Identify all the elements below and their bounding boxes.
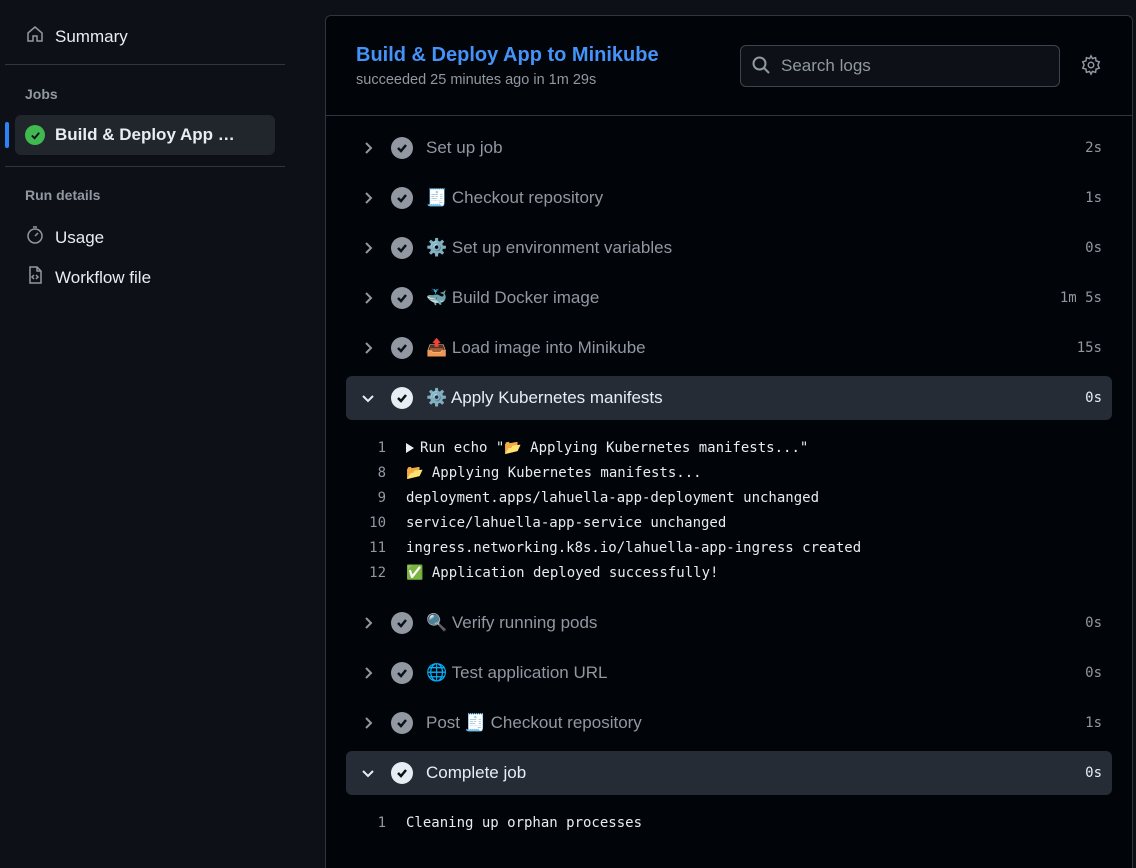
step-name: ⚙️ Apply Kubernetes manifests bbox=[426, 388, 663, 407]
step-row[interactable]: ⚙️ Apply Kubernetes manifests 0s bbox=[346, 376, 1112, 420]
chevron-right-icon[interactable] bbox=[358, 663, 378, 683]
log-line-number[interactable]: 9 bbox=[346, 490, 406, 506]
step-row[interactable]: Complete job 0s bbox=[346, 751, 1112, 795]
jobs-heading: Jobs bbox=[25, 86, 58, 102]
job-title[interactable]: Build & Deploy App to Minikube bbox=[356, 44, 659, 67]
chevron-right-icon[interactable] bbox=[358, 138, 378, 158]
chevron-right-icon[interactable] bbox=[358, 288, 378, 308]
summary-link[interactable]: Summary bbox=[25, 24, 128, 49]
step-row[interactable]: 🔍 Verify running pods 0s bbox=[346, 601, 1112, 645]
chevron-right-icon[interactable] bbox=[358, 338, 378, 358]
step-success-icon bbox=[391, 237, 413, 259]
expand-triangle-icon[interactable] bbox=[406, 442, 414, 453]
log-text: ✅ Application deployed successfully! bbox=[406, 564, 719, 581]
step-name: ⚙️ Set up environment variables bbox=[426, 238, 673, 257]
usage-link[interactable]: Usage bbox=[25, 225, 104, 250]
search-icon bbox=[751, 55, 771, 78]
job-label: Build & Deploy App to Minikube bbox=[55, 125, 235, 144]
step-success-icon bbox=[391, 137, 413, 159]
stopwatch-icon bbox=[25, 225, 45, 250]
log-line-number[interactable]: 1 bbox=[346, 440, 406, 456]
search-logs-input[interactable] bbox=[781, 56, 1041, 76]
chevron-right-icon[interactable] bbox=[358, 188, 378, 208]
usage-label: Usage bbox=[55, 227, 105, 247]
log-text: deployment.apps/lahuella-app-deployment … bbox=[406, 489, 820, 506]
run-details-heading: Run details bbox=[25, 187, 101, 203]
step-success-icon bbox=[391, 287, 413, 309]
log-line-number[interactable]: 1 bbox=[346, 815, 406, 831]
step-row[interactable]: ⚙️ Set up environment variables 0s bbox=[346, 226, 1112, 270]
chevron-down-icon[interactable] bbox=[358, 763, 378, 783]
file-code-icon bbox=[25, 265, 45, 290]
step-success-icon bbox=[391, 612, 413, 634]
step-row[interactable]: 🧾 Checkout repository 1s bbox=[346, 176, 1112, 220]
log-line: 10 service/lahuella-app-service unchanged bbox=[346, 510, 1112, 535]
step-success-icon bbox=[391, 387, 413, 409]
step-duration: 0s bbox=[1085, 665, 1102, 681]
step-row[interactable]: Set up job 2s bbox=[346, 126, 1112, 170]
step-duration: 0s bbox=[1085, 240, 1102, 256]
log-line-number[interactable]: 11 bbox=[346, 540, 406, 556]
step-row[interactable]: 📤 Load image into Minikube 15s bbox=[346, 326, 1112, 370]
log-line-number[interactable]: 8 bbox=[346, 465, 406, 481]
log-line: 12 ✅ Application deployed successfully! bbox=[346, 560, 1112, 585]
log-text: Run echo "📂 Applying Kubernetes manifest… bbox=[420, 439, 809, 456]
step-name: 📤 Load image into Minikube bbox=[426, 338, 646, 357]
step-duration: 1s bbox=[1085, 190, 1102, 206]
chevron-right-icon[interactable] bbox=[358, 713, 378, 733]
step-duration: 1s bbox=[1085, 715, 1102, 731]
step-name: 🧾 Checkout repository bbox=[426, 188, 604, 207]
search-logs-box[interactable] bbox=[740, 45, 1060, 87]
sidebar-divider bbox=[5, 64, 285, 65]
step-success-icon bbox=[391, 337, 413, 359]
workflow-file-link[interactable]: Workflow file bbox=[25, 265, 151, 290]
step-name: Complete job bbox=[426, 763, 527, 782]
log-line-number[interactable]: 12 bbox=[346, 565, 406, 581]
chevron-right-icon[interactable] bbox=[358, 613, 378, 633]
settings-gear-icon[interactable] bbox=[1080, 54, 1102, 76]
log-line: 9 deployment.apps/lahuella-app-deployment… bbox=[346, 485, 1112, 510]
log-text: service/lahuella-app-service unchanged bbox=[406, 514, 727, 531]
step-row[interactable]: 🐳 Build Docker image 1m 5s bbox=[346, 276, 1112, 320]
chevron-down-icon[interactable] bbox=[358, 388, 378, 408]
step-success-icon bbox=[391, 662, 413, 684]
step-name: Post 🧾 Checkout repository bbox=[426, 713, 642, 732]
step-duration: 15s bbox=[1076, 340, 1102, 356]
log-text: ingress.networking.k8s.io/lahuella-app-i… bbox=[406, 539, 862, 556]
log-text: 📂 Applying Kubernetes manifests... bbox=[406, 464, 702, 481]
log-text: Cleaning up orphan processes bbox=[406, 814, 643, 831]
job-log-panel: Build & Deploy App to Minikube succeeded… bbox=[325, 15, 1133, 868]
job-header: Build & Deploy App to Minikube succeeded… bbox=[326, 16, 1132, 116]
step-duration: 0s bbox=[1085, 765, 1102, 781]
step-row[interactable]: Post 🧾 Checkout repository 1s bbox=[346, 701, 1112, 745]
sidebar-divider bbox=[5, 166, 285, 167]
step-name: 🌐 Test application URL bbox=[426, 663, 608, 682]
step-duration: 1m 5s bbox=[1059, 290, 1102, 306]
job-status-text: succeeded 25 minutes ago in 1m 29s bbox=[356, 72, 597, 88]
success-check-icon bbox=[25, 125, 45, 145]
log-line: 1 Cleaning up orphan processes bbox=[346, 810, 1112, 835]
step-duration: 0s bbox=[1085, 390, 1102, 406]
chevron-right-icon[interactable] bbox=[358, 238, 378, 258]
step-success-icon bbox=[391, 762, 413, 784]
active-indicator bbox=[5, 122, 9, 148]
log-line: 8 📂 Applying Kubernetes manifests... bbox=[346, 460, 1112, 485]
log-line-number[interactable]: 10 bbox=[346, 515, 406, 531]
step-name: Set up job bbox=[426, 138, 503, 157]
home-icon bbox=[25, 24, 45, 49]
sidebar: Summary Jobs Build & Deploy App to Minik… bbox=[0, 0, 300, 868]
step-duration: 0s bbox=[1085, 615, 1102, 631]
step-success-icon bbox=[391, 712, 413, 734]
log-line[interactable]: 1 Run echo "📂 Applying Kubernetes manifes… bbox=[346, 435, 1112, 460]
step-success-icon bbox=[391, 187, 413, 209]
step-name: 🔍 Verify running pods bbox=[426, 613, 598, 632]
workflow-file-label: Workflow file bbox=[55, 267, 152, 287]
log-line: 11 ingress.networking.k8s.io/lahuella-app… bbox=[346, 535, 1112, 560]
summary-label: Summary bbox=[55, 26, 128, 46]
step-row[interactable]: 🌐 Test application URL 0s bbox=[346, 651, 1112, 695]
step-name: 🐳 Build Docker image bbox=[426, 288, 600, 307]
sidebar-job-item[interactable]: Build & Deploy App to Minikube bbox=[5, 115, 275, 155]
step-duration: 2s bbox=[1085, 140, 1102, 156]
